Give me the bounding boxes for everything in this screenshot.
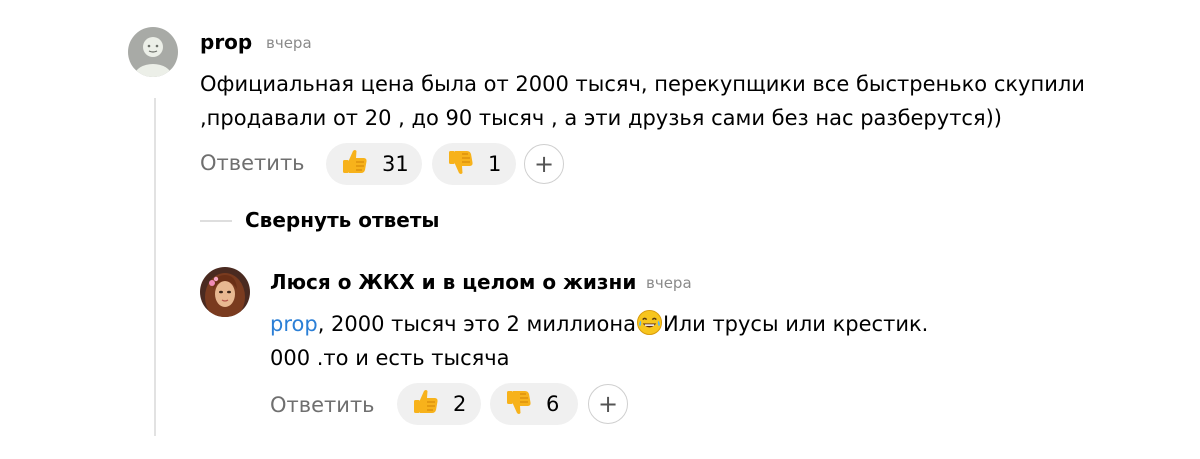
collapse-replies-button[interactable]: Свернуть ответы — [245, 208, 440, 232]
dislike-button[interactable]: 1 — [432, 143, 516, 185]
reply-button[interactable]: Ответить — [270, 393, 375, 417]
avatar[interactable] — [200, 267, 250, 317]
like-button[interactable]: 31 — [326, 143, 422, 185]
avatar[interactable] — [128, 27, 178, 77]
thumbs-up-icon — [411, 387, 441, 421]
dislike-button[interactable]: 6 — [490, 383, 578, 425]
reply-author[interactable]: Люся о ЖКХ и в целом о жизни — [270, 270, 636, 294]
thumbs-down-icon — [446, 147, 476, 181]
thread-line — [154, 98, 156, 436]
add-reaction-button[interactable]: + — [588, 384, 628, 424]
collapse-dash — [200, 220, 232, 222]
plus-icon: + — [597, 390, 619, 418]
reply-text-line: 000 .то и есть тысяча — [270, 346, 510, 370]
comment-text-line: Официальная цена была от 2000 тысяч, пер… — [200, 72, 1085, 96]
comment-text-line: ,продавали от 20 , до 90 тысяч , а эти д… — [200, 106, 1002, 130]
like-count: 31 — [382, 152, 409, 176]
tears-of-joy-emoji — [636, 309, 663, 336]
comment-author[interactable]: prop — [200, 30, 252, 54]
reply-text-part: , 2000 тысяч это 2 миллиона — [317, 312, 636, 336]
reply-text-part: Или трусы или крестик. — [662, 312, 929, 336]
plus-icon: + — [533, 150, 555, 178]
reply-button[interactable]: Ответить — [200, 151, 305, 175]
comment-time: вчера — [266, 34, 312, 52]
reply-text-line: prop, 2000 тысяч это 2 миллиона Или трус… — [270, 307, 928, 341]
like-count: 2 — [453, 392, 467, 416]
thumbs-down-icon — [504, 387, 534, 421]
dislike-count: 6 — [546, 392, 560, 416]
mention-link[interactable]: prop — [270, 312, 318, 336]
reply-time: вчера — [646, 274, 692, 292]
reply-text: prop, 2000 тысяч это 2 миллиона Или трус… — [270, 307, 928, 375]
comment-text: Официальная цена была от 2000 тысяч, пер… — [200, 67, 1085, 135]
thumbs-up-icon — [340, 147, 370, 181]
add-reaction-button[interactable]: + — [524, 144, 564, 184]
dislike-count: 1 — [488, 152, 502, 176]
like-button[interactable]: 2 — [397, 383, 481, 425]
